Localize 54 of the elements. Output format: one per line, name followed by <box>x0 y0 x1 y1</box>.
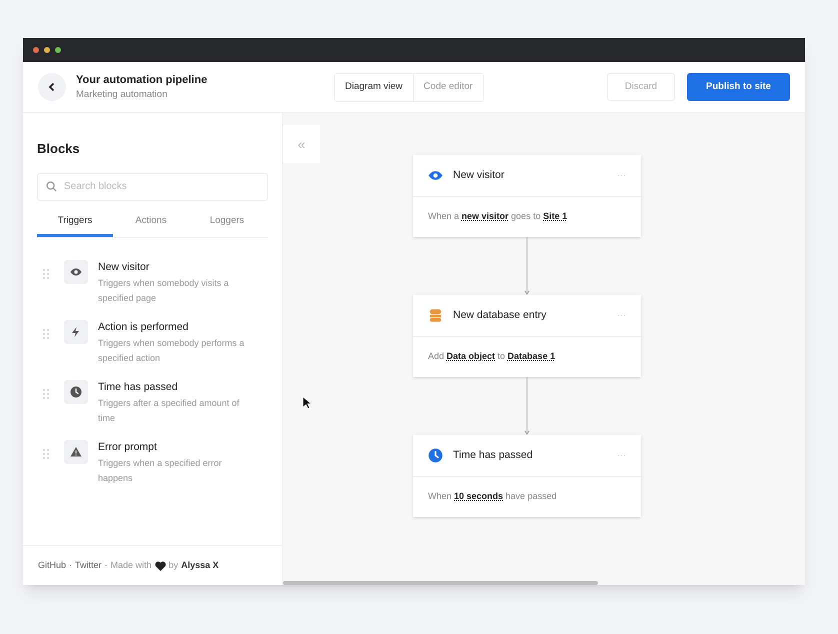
pipeline-subtitle: Marketing automation <box>76 88 168 102</box>
connector-arrow <box>524 237 530 295</box>
block-description: Triggers after a specified amount of time <box>98 396 240 424</box>
database-icon <box>428 308 443 323</box>
block-category-tab[interactable]: Triggers <box>37 208 113 236</box>
block-item[interactable]: Action is performed Triggers when somebody performs a specified action <box>43 320 282 366</box>
heart-icon <box>154 560 166 570</box>
search-icon <box>46 180 57 192</box>
block-title: New visitor <box>98 260 150 274</box>
node-title: New database entry <box>453 308 546 323</box>
block-description: Triggers when somebody performs a specified action <box>98 336 246 365</box>
publish-button[interactable]: Publish to site <box>687 73 790 101</box>
clock-icon <box>70 386 82 398</box>
author-link[interactable]: Alyssa X <box>181 558 219 572</box>
block-description: Triggers when a specified error happens <box>98 456 223 485</box>
block-category-tab[interactable]: Loggers <box>189 208 265 236</box>
node-description: Add Data object to Database 1 <box>427 350 556 363</box>
footer-separator: · <box>69 558 72 572</box>
panel-title: Blocks <box>37 140 81 158</box>
footer-separator: · <box>104 558 108 572</box>
eye-icon <box>428 168 443 183</box>
warning-icon <box>70 446 82 458</box>
block-item[interactable]: Error prompt Triggers when a specified error happens <box>43 440 282 486</box>
clock-icon <box>428 448 443 463</box>
eye-icon <box>70 266 82 278</box>
footer-link[interactable]: GitHub <box>38 558 66 572</box>
block-title: Action is performed <box>98 320 190 334</box>
drag-handle-icon <box>43 388 49 398</box>
drag-handle-icon <box>43 328 49 338</box>
footer-text: by <box>168 558 178 572</box>
node-description: When a new visitor goes to Site 1 <box>427 210 568 223</box>
node-title: New visitor <box>453 168 504 183</box>
search-field[interactable]: Search blocks <box>37 172 268 200</box>
pipeline-node[interactable]: Time has passed ··· When 10 seconds have passed <box>413 435 641 517</box>
horizontal-scrollbar[interactable] <box>283 581 598 585</box>
block-category-tab[interactable]: Actions <box>113 208 189 236</box>
block-item[interactable]: Time has passed Triggers after a specified amount of time <box>43 380 282 426</box>
pipeline-node[interactable]: New database entry ··· Add Data object to Database 1 <box>413 295 641 377</box>
drag-handle-icon <box>43 448 49 458</box>
mouse-cursor-icon <box>303 397 311 409</box>
node-description: When 10 seconds have passed <box>427 490 558 503</box>
drag-handle-icon <box>43 268 49 278</box>
connector-arrow <box>524 377 530 435</box>
back-button[interactable] <box>38 73 66 101</box>
lightning-icon <box>70 326 82 338</box>
block-title: Time has passed <box>98 380 179 394</box>
pipeline-node[interactable]: New visitor ··· When a new visitor goes to Site 1 <box>413 155 641 237</box>
footer-link[interactable]: Twitter <box>75 558 102 572</box>
block-item[interactable]: New visitor Triggers when somebody visits a specified page <box>43 260 282 306</box>
node-title: Time has passed <box>453 448 533 463</box>
footer-text: Made with <box>110 558 152 572</box>
pipeline-title: Your automation pipeline <box>76 72 208 88</box>
block-description: Triggers when somebody visits a specified page <box>98 276 230 305</box>
block-title: Error prompt <box>98 440 158 454</box>
